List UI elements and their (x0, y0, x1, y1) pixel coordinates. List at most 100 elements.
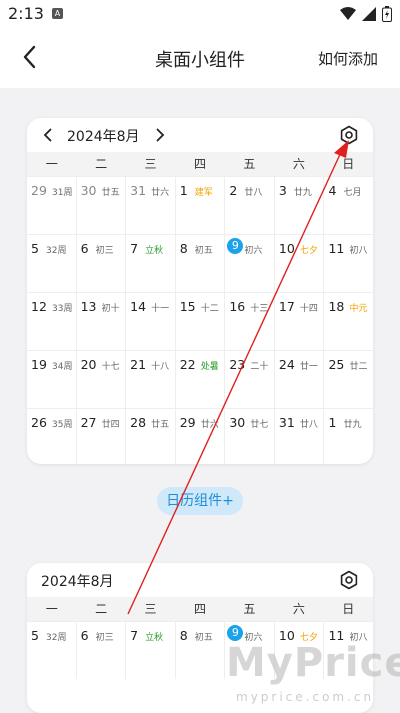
day-cell[interactable]: 13 初十 (75, 293, 126, 350)
day-cell[interactable]: 6 初三 (75, 622, 126, 679)
day-cell[interactable]: 3 廿九 (273, 177, 324, 234)
day-cell[interactable]: 6 初三 (75, 235, 126, 292)
day-number: 6 (80, 241, 89, 256)
day-number: 7 (130, 628, 139, 643)
day-cell[interactable]: 15 十二 (174, 293, 225, 350)
day-cell[interactable]: 2 廿八 (224, 177, 274, 234)
day-number: 17 (278, 299, 295, 314)
settings-icon[interactable] (339, 125, 359, 145)
day-cell[interactable]: 4 七月 (323, 177, 373, 234)
weekday-label: 五 (243, 157, 256, 171)
day-number: 10 (278, 241, 295, 256)
day-cell[interactable]: 21 十八 (125, 351, 175, 408)
calendar-grid: 29 31周 30 廿五 31 廿六 1 建军 2 廿八 3 廿九 4 七月 5 32周 6 初三 7 立秋 8 初五 9 初… (27, 176, 373, 464)
day-number: 3 (278, 183, 287, 198)
weekday-label: 二 (95, 602, 108, 616)
week-row: 12 33周 13 初十 14 十一 15 十二 16 十三 17 十四 18 中元 (27, 292, 373, 350)
day-number: 5 (31, 241, 39, 256)
day-number: 22 (179, 357, 196, 372)
status-icons (340, 6, 392, 22)
day-cell[interactable]: 7 立秋 (125, 235, 175, 292)
day-cell[interactable]: 28 廿五 (125, 409, 175, 464)
day-cell[interactable]: 1 廿九 (323, 409, 373, 464)
status-bar: 2:13 A (0, 0, 400, 28)
day-number: 16 (229, 299, 246, 314)
lunar-label: 立秋 (145, 246, 164, 256)
day-cell[interactable]: 31 廿六 (125, 177, 175, 234)
day-cell[interactable]: 29 31周 (27, 177, 76, 234)
day-cell[interactable]: 16 十三 (224, 293, 274, 350)
lunar-label: 32周 (46, 246, 67, 256)
lunar-label: 廿八 (244, 188, 263, 198)
lunar-label: 立秋 (145, 633, 164, 643)
day-cell[interactable]: 22 处暑 (174, 351, 225, 408)
day-cell[interactable]: 30 廿五 (75, 177, 126, 234)
day-cell[interactable]: 20 十七 (75, 351, 126, 408)
day-number: 5 (31, 628, 39, 643)
weekday-label: 四 (193, 157, 206, 171)
lunar-label: 二十 (250, 362, 269, 372)
notification-icon: A (52, 8, 63, 19)
day-cell[interactable]: 14 十一 (125, 293, 175, 350)
day-number: 25 (328, 357, 345, 372)
weekday-label: 一 (45, 602, 58, 616)
day-cell[interactable]: 17 十四 (273, 293, 324, 350)
day-cell[interactable]: 30 廿七 (224, 409, 274, 464)
day-cell[interactable]: 29 廿六 (174, 409, 225, 464)
day-number: 29 (179, 415, 196, 430)
weekday-label: 六 (292, 602, 305, 616)
lunar-label: 七夕 (299, 246, 318, 256)
next-month-icon[interactable] (151, 125, 167, 145)
weekday-label: 四 (193, 602, 206, 616)
battery-icon (382, 6, 392, 22)
day-cell[interactable]: 23 二十 (224, 351, 274, 408)
how-to-add-button[interactable]: 如何添加 (318, 48, 378, 69)
lunar-label: 建军 (194, 188, 213, 198)
lunar-label: 初五 (194, 633, 213, 643)
day-cell[interactable]: 26 35周 (27, 409, 76, 464)
day-cell[interactable]: 11 初八 (323, 235, 373, 292)
prev-month-icon[interactable] (41, 125, 57, 145)
day-number: 20 (80, 357, 97, 372)
lunar-label: 廿九 (293, 188, 312, 198)
day-number: 31 (278, 415, 295, 430)
lunar-label: 十一 (151, 304, 170, 314)
day-cell[interactable]: 9 初六 (224, 235, 274, 292)
lunar-label: 十四 (299, 304, 318, 314)
day-number: 29 (31, 183, 47, 198)
day-cell[interactable]: 27 廿四 (75, 409, 126, 464)
weekday-header: 一二三四五六日 (27, 152, 373, 176)
day-cell[interactable]: 1 建军 (174, 177, 225, 234)
day-cell[interactable]: 8 初五 (174, 235, 225, 292)
lunar-label: 十三 (250, 304, 269, 314)
add-calendar-widget-button[interactable]: 日历组件+ (157, 487, 243, 515)
day-number: 15 (179, 299, 196, 314)
signal-icon (362, 7, 376, 21)
day-cell[interactable]: 25 廿二 (323, 351, 373, 408)
lunar-label: 十二 (200, 304, 219, 314)
lunar-label: 34周 (52, 362, 73, 372)
day-cell[interactable]: 5 32周 (27, 235, 76, 292)
settings-icon[interactable] (339, 570, 359, 590)
day-number: 8 (179, 628, 188, 643)
day-number: 23 (229, 357, 246, 372)
day-number: 1 (179, 183, 188, 198)
day-number: 18 (328, 299, 345, 314)
day-number: 6 (80, 628, 89, 643)
calendar-widget-month[interactable]: 2024年8月 一二三四五六日 29 31周 30 廿五 31 廿六 1 建军 2 廿八 3 廿九 4 七… (27, 118, 373, 464)
day-cell[interactable]: 18 中元 (323, 293, 373, 350)
day-cell[interactable]: 12 33周 (27, 293, 76, 350)
lunar-label: 廿五 (151, 420, 170, 430)
weekday-header: 一二三四五六日 (27, 597, 373, 621)
lunar-label: 廿一 (299, 362, 318, 372)
day-cell[interactable]: 10 七夕 (273, 235, 324, 292)
lunar-label: 廿五 (101, 188, 120, 198)
day-cell[interactable]: 8 初五 (174, 622, 225, 679)
day-cell[interactable]: 5 32周 (27, 622, 76, 679)
lunar-label: 35周 (52, 420, 73, 430)
lunar-label: 初三 (95, 633, 114, 643)
day-cell[interactable]: 24 廿一 (273, 351, 324, 408)
day-cell[interactable]: 19 34周 (27, 351, 76, 408)
day-cell[interactable]: 7 立秋 (125, 622, 175, 679)
day-cell[interactable]: 31 廿八 (273, 409, 324, 464)
